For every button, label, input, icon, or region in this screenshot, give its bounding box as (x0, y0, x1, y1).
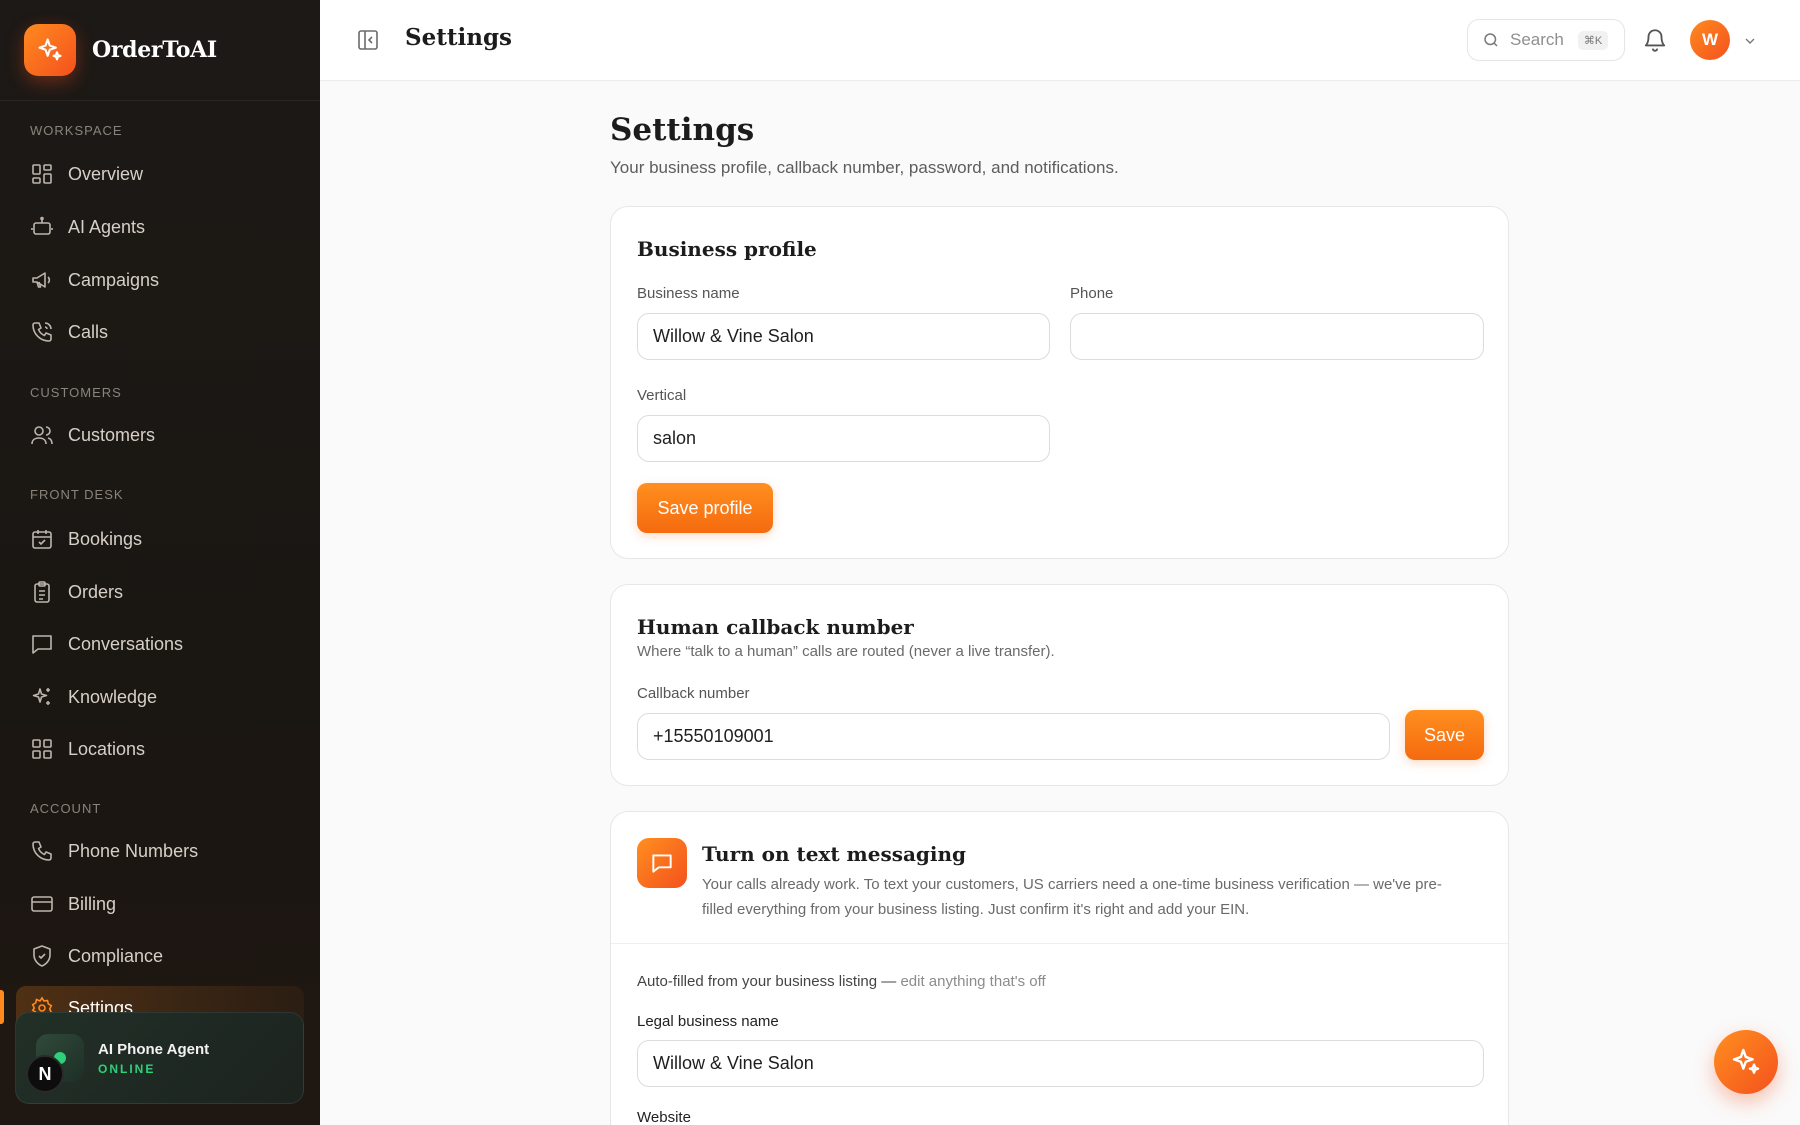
sidebar-item-ai-agents[interactable]: AI Agents (16, 205, 304, 249)
message-icon (637, 838, 687, 888)
text-messaging-description: Your calls already work. To text your cu… (702, 872, 1492, 922)
search-button[interactable]: Search ⌘K (1467, 19, 1625, 61)
description-line-1: Your calls already work. To text your cu… (702, 876, 1442, 893)
sidebar-item-customers[interactable]: Customers (16, 413, 304, 457)
section-front-desk: FRONT DESK (30, 487, 124, 502)
brand-divider (0, 100, 320, 101)
search-icon (1484, 33, 1498, 47)
section-customers: CUSTOMERS (30, 385, 122, 400)
search-placeholder: Search (1510, 30, 1564, 49)
card-divider (611, 943, 1508, 944)
sidebar-item-campaigns[interactable]: Campaigns (16, 258, 304, 302)
section-workspace: WORKSPACE (30, 123, 123, 138)
sidebar-item-bookings[interactable]: Bookings (16, 517, 304, 561)
agent-badge: N (26, 1055, 64, 1093)
megaphone-icon (32, 272, 51, 288)
sidebar-item-label: Compliance (68, 945, 164, 966)
search-shortcut: ⌘K (1577, 30, 1609, 50)
chat-bubble-icon (652, 854, 672, 873)
sidebar-item-label: Billing (68, 893, 117, 914)
sidebar-item-label: Knowledge (68, 686, 158, 707)
vertical-input[interactable] (637, 415, 1050, 462)
business-profile-title: Business profile (637, 237, 817, 261)
callback-number-input[interactable] (637, 713, 1390, 760)
website-label: Website (637, 1109, 691, 1125)
message-square-icon (32, 635, 52, 654)
sidebar-item-label: Locations (68, 738, 146, 759)
sidebar-item-knowledge[interactable]: Knowledge (16, 675, 304, 719)
callback-label: Callback number (637, 685, 750, 702)
text-messaging-card: Turn on text messaging Your calls alread… (610, 811, 1509, 1125)
ai-phone-agent-card[interactable]: N AI Phone Agent ONLINE (15, 1012, 304, 1104)
sparkles-icon (32, 688, 50, 705)
bell-icon[interactable] (1642, 27, 1668, 53)
robot-icon (31, 216, 53, 235)
active-indicator (0, 990, 4, 1024)
legal-name-input[interactable] (637, 1040, 1484, 1087)
vertical-label: Vertical (637, 387, 687, 404)
agent-status: ONLINE (98, 1061, 156, 1076)
sidebar-item-label: Customers (68, 424, 156, 445)
save-callback-button[interactable]: Save (1405, 710, 1484, 760)
sparkle-icon (1732, 1048, 1760, 1074)
business-profile-card: Business profile Business name Phone Ver… (610, 206, 1509, 559)
chevron-down-icon[interactable] (1742, 33, 1758, 49)
topbar: Settings Search ⌘K W (320, 0, 1800, 81)
business-name-input[interactable] (637, 313, 1050, 360)
autofill-note: Auto-filled from your business listing —… (637, 973, 1046, 990)
sidebar-item-conversations[interactable]: Conversations (16, 622, 304, 666)
phone-icon (32, 841, 52, 861)
business-name-label: Business name (637, 285, 740, 302)
brand-name: OrderToAI (92, 37, 217, 63)
sidebar-item-label: Phone Numbers (68, 840, 199, 861)
legal-name-label: Legal business name (637, 1013, 779, 1030)
sparkle-icon (38, 38, 62, 61)
callback-number-card: Human callback number Where “talk to a h… (610, 584, 1509, 786)
sidebar-item-label: Bookings (68, 528, 143, 549)
section-account: ACCOUNT (30, 801, 102, 816)
phone-input[interactable] (1070, 313, 1484, 360)
description-line-2: filled everything from your business lis… (702, 901, 1250, 918)
sidebar-item-label: AI Agents (68, 216, 146, 237)
sidebar-item-label: Overview (68, 163, 144, 184)
agent-info: AI Phone Agent ONLINE (98, 1041, 209, 1076)
autofill-note-text: Auto-filled from your business listing — (637, 973, 897, 990)
ai-assistant-button[interactable] (1714, 1030, 1778, 1094)
sidebar-item-label: Campaigns (68, 269, 160, 290)
sidebar-collapse-icon[interactable] (356, 28, 380, 52)
callback-description: Where “talk to a human” calls are routed… (637, 643, 1055, 660)
save-profile-button[interactable]: Save profile (637, 483, 773, 533)
sidebar-item-overview[interactable]: Overview (16, 152, 304, 196)
sidebar-item-label: Orders (68, 581, 124, 602)
sidebar-item-calls[interactable]: Calls (16, 310, 304, 354)
callback-title: Human callback number (637, 615, 914, 639)
page-subtitle: Your business profile, callback number, … (610, 158, 1119, 177)
brand[interactable]: OrderToAI (24, 24, 217, 76)
sidebar-item-label: Calls (68, 321, 109, 342)
text-messaging-title: Turn on text messaging (702, 842, 967, 866)
autofill-note-muted: edit anything that's off (900, 973, 1046, 990)
shield-check-icon (33, 945, 51, 967)
page-title: Settings (610, 112, 755, 148)
calendar-check-icon (32, 530, 52, 549)
clipboard-icon (34, 581, 50, 603)
sidebar-item-locations[interactable]: Locations (16, 727, 304, 771)
topbar-title: Settings (405, 24, 512, 51)
grid-icon (32, 164, 52, 184)
users-icon (31, 426, 53, 445)
phone-label: Phone (1070, 285, 1114, 302)
user-avatar[interactable]: W (1690, 20, 1730, 60)
sidebar-item-billing[interactable]: Billing (16, 882, 304, 926)
brand-logo (24, 24, 76, 76)
credit-card-icon (31, 896, 53, 912)
agent-title: AI Phone Agent (98, 1040, 210, 1058)
sidebar-item-orders[interactable]: Orders (16, 570, 304, 614)
grid-squares-icon (32, 739, 52, 759)
sidebar: OrderToAI WORKSPACE Overview AI Agents C… (0, 0, 320, 1125)
sidebar-item-label: Conversations (68, 633, 184, 654)
sidebar-item-phone-numbers[interactable]: Phone Numbers (16, 829, 304, 873)
sidebar-item-compliance[interactable]: Compliance (16, 934, 304, 978)
phone-call-icon (32, 322, 52, 342)
